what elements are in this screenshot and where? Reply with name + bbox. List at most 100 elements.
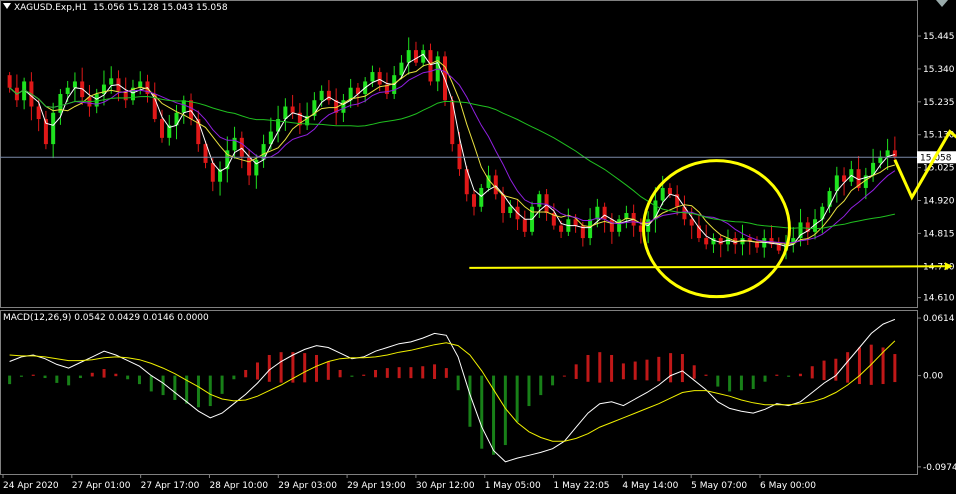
macd-histogram-bar xyxy=(279,352,283,383)
macd-histogram-bar xyxy=(539,375,543,396)
candle-body xyxy=(160,119,165,138)
time-tick-label: 5 May 07:00 xyxy=(691,481,747,491)
candle-body xyxy=(588,219,593,239)
candle-body xyxy=(428,50,433,82)
macd-tick-label: -0.0974 xyxy=(923,463,956,473)
macd-histogram-bar xyxy=(610,354,614,382)
macd-histogram-bar xyxy=(857,347,861,385)
macd-histogram-bar xyxy=(657,356,661,382)
macd-histogram-bar xyxy=(739,375,743,391)
time-tick-label: 27 Apr 17:00 xyxy=(141,481,200,491)
macd-histogram-bar xyxy=(78,375,82,379)
time-tick-label: 27 Apr 01:00 xyxy=(72,481,131,491)
price-tick-label: 14.815 xyxy=(923,229,955,239)
macd-histogram-bar xyxy=(775,374,779,376)
macd-histogram-bar xyxy=(244,369,248,378)
macd-histogram-bar xyxy=(480,375,484,449)
price-chart: 15.44515.34015.23515.13015.02514.92014.8… xyxy=(0,0,956,491)
macd-histogram-bar xyxy=(232,375,236,380)
candle-body xyxy=(189,100,194,120)
macd-histogram-bar xyxy=(149,375,153,392)
macd-histogram-bar xyxy=(161,375,165,396)
candle-body xyxy=(232,137,237,151)
candle-body xyxy=(326,90,331,101)
macd-histogram-bar xyxy=(31,374,35,376)
signal-line xyxy=(9,340,896,442)
macd-histogram-bar xyxy=(728,375,732,392)
macd-histogram-bar xyxy=(137,375,141,385)
macd-histogram-bar xyxy=(350,375,354,377)
candle-body xyxy=(798,222,803,239)
macd-histogram-bar xyxy=(574,364,578,379)
macd-histogram-bar xyxy=(621,363,625,380)
macd-histogram-bar xyxy=(456,375,460,391)
dropdown-triangle-icon[interactable] xyxy=(3,3,11,9)
candle-body xyxy=(72,81,77,88)
candle-body xyxy=(602,206,607,220)
chart-shift-icon[interactable] xyxy=(936,0,948,7)
candle-body xyxy=(181,100,186,113)
candle-body xyxy=(247,156,252,176)
macd-tick-label: 0.0614 xyxy=(923,314,955,324)
macd-histogram-bar xyxy=(90,372,94,377)
candle-body xyxy=(479,187,484,207)
macd-histogram-bar xyxy=(326,361,330,380)
candle-body xyxy=(283,106,288,120)
time-tick-label: 29 Apr 03:00 xyxy=(278,481,337,491)
candle-body xyxy=(370,72,375,82)
time-tick-label: 28 Apr 10:00 xyxy=(209,481,268,491)
macd-histogram-bar xyxy=(822,360,826,381)
candle-body xyxy=(290,106,295,113)
time-tick-label: 29 Apr 19:00 xyxy=(347,481,406,491)
ohlc-values: 15.056 15.128 15.043 15.058 xyxy=(93,3,228,13)
candle-body xyxy=(109,78,114,85)
candle-body xyxy=(718,238,723,245)
price-tick-label: 15.340 xyxy=(923,65,955,75)
symbol-name: XAGUSD.Exp,H1 xyxy=(14,3,88,13)
candle-body xyxy=(660,187,665,201)
candle-body xyxy=(559,225,564,232)
price-tick-label: 15.445 xyxy=(923,32,955,42)
candle-body xyxy=(892,150,897,157)
macd-histogram-bar xyxy=(208,375,212,407)
candle-body xyxy=(7,75,12,88)
macd-histogram-bar xyxy=(126,375,130,380)
macd-histogram-bar xyxy=(562,375,566,377)
macd-header: MACD(12,26,9) 0.0542 0.0429 0.0146 0.000… xyxy=(3,313,209,323)
macd-histogram-bar xyxy=(692,365,696,379)
candle-body xyxy=(406,50,411,63)
candle-body xyxy=(457,144,462,170)
ma-mid-line xyxy=(9,60,896,245)
macd-histogram-bar xyxy=(846,352,850,383)
candle-body xyxy=(537,194,542,207)
macd-histogram-bar xyxy=(55,375,59,383)
macd-histogram-bar xyxy=(834,358,838,381)
candle-body xyxy=(210,162,215,182)
candle-body xyxy=(689,219,694,226)
candle-body xyxy=(522,219,527,232)
candle-body xyxy=(827,191,832,207)
macd-histogram-bar xyxy=(704,374,708,376)
candle-body xyxy=(609,219,614,232)
macd-histogram-bar xyxy=(102,369,106,378)
candle-body xyxy=(51,112,56,145)
macd-histogram-bar xyxy=(680,354,684,383)
macd-histogram-bar xyxy=(716,375,720,387)
macd-histogram-bar xyxy=(67,375,71,386)
macd-histogram-bar xyxy=(763,375,767,382)
macd-histogram-bar xyxy=(787,375,791,377)
candle-body xyxy=(65,87,70,94)
macd-histogram-bar xyxy=(669,353,673,383)
candle-body xyxy=(704,238,709,245)
macd-histogram-bar xyxy=(385,368,389,378)
candle-body xyxy=(776,244,781,251)
candle-body xyxy=(239,137,244,157)
candle-body xyxy=(472,194,477,207)
macd-histogram-bar xyxy=(421,366,425,379)
support-arrow-line xyxy=(469,265,945,269)
macd-histogram-bar xyxy=(515,375,519,422)
macd-histogram-bar xyxy=(43,375,47,379)
macd-histogram-bar xyxy=(303,353,307,383)
macd-histogram-bar xyxy=(409,367,413,379)
candle-body xyxy=(595,206,600,220)
